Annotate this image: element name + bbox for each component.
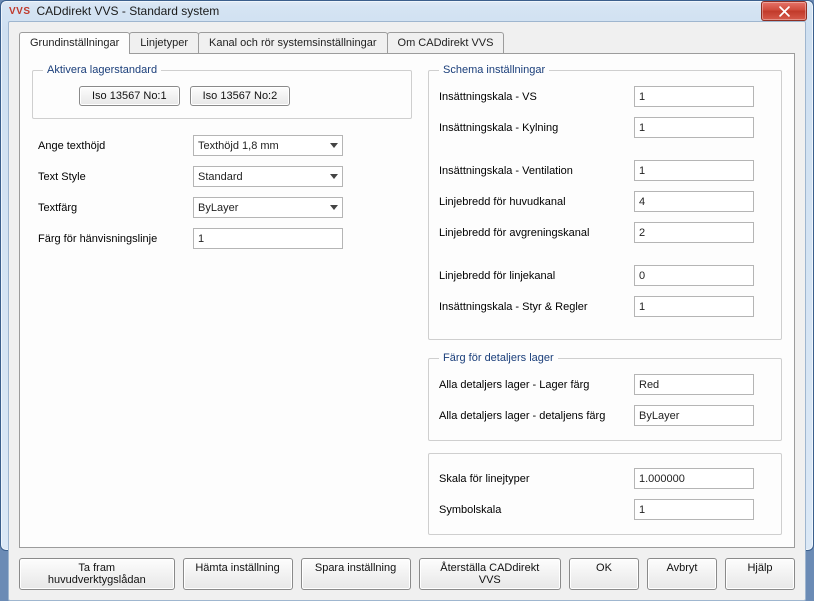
group-detail-colors-legend: Färg för detaljers lager [439,352,558,364]
label-ref-line-color: Färg för hänvisningslinje [38,233,193,245]
row-linewidth-branch: Linjebredd för avgreningskanal [439,222,771,243]
label-linewidth-line: Linjebredd för linjekanal [439,270,634,282]
label-scale-ventilation: Insättningskala - Ventilation [439,165,634,177]
label-text-style: Text Style [38,171,193,183]
chevron-down-icon [330,143,338,148]
cancel-button[interactable]: Avbryt [647,558,717,590]
label-scale-kylning: Insättningskala - Kylning [439,122,634,134]
label-linetype-scale: Skala för linejtyper [439,473,634,485]
window-title: CADdirekt VVS - Standard system [37,4,220,18]
row-scale-kylning: Insättningskala - Kylning [439,117,771,138]
row-scale-styr-regler: Insättningskala - Styr & Regler [439,296,771,317]
input-scale-ventilation[interactable] [634,160,754,181]
row-scale-vs: Insättningskala - VS [439,86,771,107]
group-detail-colors: Färg för detaljers lager Alla detaljers … [428,352,782,441]
input-scale-vs[interactable] [634,86,754,107]
close-icon [779,6,790,17]
label-linewidth-branch: Linjebredd för avgreningskanal [439,227,634,239]
row-linewidth-main: Linjebredd för huvudkanal [439,191,771,212]
input-ref-line-color[interactable] [193,228,343,249]
group-schema-legend: Schema inställningar [439,64,549,76]
iso-13567-no2-button[interactable]: Iso 13567 No:2 [190,86,291,106]
footer-button-bar: Ta fram huvudverktygslådan Hämta inställ… [19,558,795,590]
row-scale-ventilation: Insättningskala - Ventilation [439,160,771,181]
input-scale-kylning[interactable] [634,117,754,138]
chevron-down-icon [330,174,338,179]
input-linewidth-line[interactable] [634,265,754,286]
row-text-height: Ange texthöjd Texthöjd 1,8 mm [38,135,406,156]
left-column: Aktivera lagerstandard Iso 13567 No:1 Is… [32,64,412,535]
input-linewidth-main[interactable] [634,191,754,212]
ok-button[interactable]: OK [569,558,639,590]
label-detail-entity-color: Alla detaljers lager - detaljens färg [439,410,634,422]
combo-text-color[interactable]: ByLayer [193,197,343,218]
row-linetype-scale: Skala för linejtyper [439,468,771,489]
label-text-height: Ange texthöjd [38,140,193,152]
row-ref-line-color: Färg för hänvisningslinje [38,228,406,249]
group-layer-standard-legend: Aktivera lagerstandard [43,64,161,76]
label-detail-layer-color: Alla detaljers lager - Lager färg [439,379,634,391]
tab-panel-grundinstallningar: Aktivera lagerstandard Iso 13567 No:1 Is… [19,53,795,548]
window-close-button[interactable] [761,1,807,21]
label-linewidth-main: Linjebredd för huvudkanal [439,196,634,208]
app-icon: VVS [9,6,31,17]
help-button[interactable]: Hjälp [725,558,795,590]
combo-text-color-value: ByLayer [198,202,238,214]
titlebar: VVS CADdirekt VVS - Standard system [1,1,813,21]
reset-button[interactable]: Återställa CADdirekt VVS [419,558,561,590]
group-schema: Schema inställningar Insättningskala - V… [428,64,782,340]
row-symbol-scale: Symbolskala [439,499,771,520]
load-settings-button[interactable]: Hämta inställning [183,558,293,590]
tab-kanal-ror[interactable]: Kanal och rör systemsinställningar [198,32,388,53]
save-settings-button[interactable]: Spara inställning [301,558,411,590]
client-area: Grundinställningar Linjetyper Kanal och … [8,21,806,601]
row-text-color: Textfärg ByLayer [38,197,406,218]
combo-text-style-value: Standard [198,171,243,183]
input-detail-entity-color[interactable] [634,405,754,426]
chevron-down-icon [330,205,338,210]
combo-text-height[interactable]: Texthöjd 1,8 mm [193,135,343,156]
tabstrip: Grundinställningar Linjetyper Kanal och … [19,32,795,53]
row-detail-layer-color: Alla detaljers lager - Lager färg [439,374,771,395]
label-symbol-scale: Symbolskala [439,504,634,516]
input-linetype-scale[interactable] [634,468,754,489]
group-scales: Skala för linejtyper Symbolskala [428,453,782,535]
tab-grundinstallningar[interactable]: Grundinställningar [19,32,130,54]
iso-13567-no1-button[interactable]: Iso 13567 No:1 [79,86,180,106]
input-scale-styr-regler[interactable] [634,296,754,317]
group-layer-standard: Aktivera lagerstandard Iso 13567 No:1 Is… [32,64,412,119]
input-linewidth-branch[interactable] [634,222,754,243]
row-text-style: Text Style Standard [38,166,406,187]
label-scale-styr-regler: Insättningskala - Styr & Regler [439,301,634,313]
input-symbol-scale[interactable] [634,499,754,520]
app-window: VVS CADdirekt VVS - Standard system Grun… [0,0,814,551]
input-detail-layer-color[interactable] [634,374,754,395]
row-detail-entity-color: Alla detaljers lager - detaljens färg [439,405,771,426]
combo-text-height-value: Texthöjd 1,8 mm [198,140,279,152]
combo-text-style[interactable]: Standard [193,166,343,187]
right-column: Schema inställningar Insättningskala - V… [428,64,782,535]
main-toolbox-button[interactable]: Ta fram huvudverktygslådan [19,558,175,590]
tab-linjetyper[interactable]: Linjetyper [129,32,199,53]
label-scale-vs: Insättningskala - VS [439,91,634,103]
tab-om-caddirekt[interactable]: Om CADdirekt VVS [387,32,505,53]
row-linewidth-line: Linjebredd för linjekanal [439,265,771,286]
label-text-color: Textfärg [38,202,193,214]
